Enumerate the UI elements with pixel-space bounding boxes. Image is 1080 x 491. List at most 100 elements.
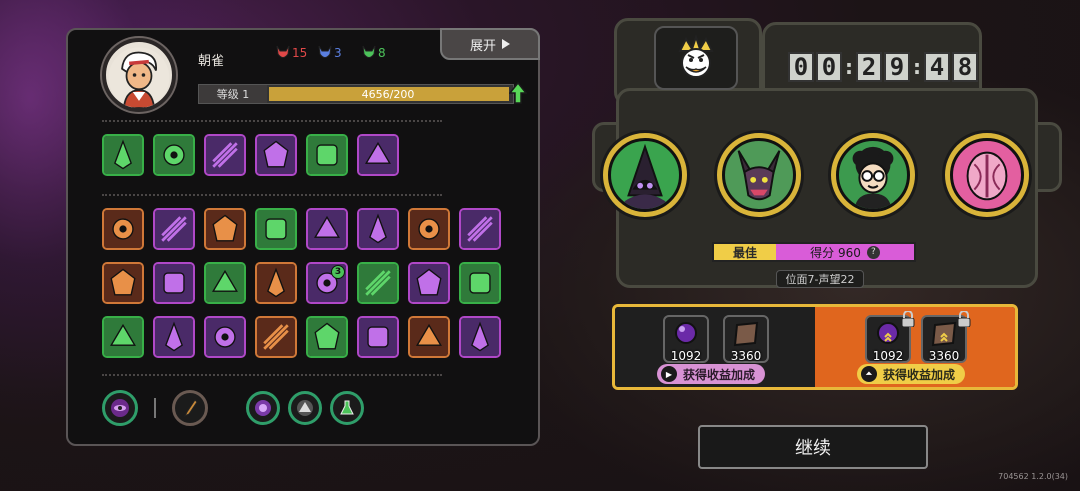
item-value: 1092 bbox=[670, 349, 702, 363]
best-score-bar: 最佳 得分 960 ? bbox=[712, 242, 916, 262]
equipment-row bbox=[102, 390, 364, 426]
stat-blue: 3 bbox=[318, 44, 342, 62]
best-score-text: 得分 960 bbox=[810, 245, 861, 260]
wooden-wall-icon[interactable] bbox=[204, 262, 246, 304]
timer-digit: 8 bbox=[952, 52, 978, 82]
timer-digit: 2 bbox=[856, 52, 882, 82]
purple-crow-icon[interactable] bbox=[408, 262, 450, 304]
item-value: 1092 bbox=[872, 349, 904, 363]
black-raven-icon[interactable] bbox=[102, 262, 144, 304]
purple-serpent-icon[interactable] bbox=[153, 208, 195, 250]
level-up-arrow-icon[interactable] bbox=[509, 81, 527, 105]
red-white-slash-icon[interactable] bbox=[102, 208, 144, 250]
play-icon: ▶ bbox=[661, 366, 677, 382]
boss-slot[interactable] bbox=[828, 130, 918, 220]
dark-orb-icon[interactable] bbox=[204, 134, 246, 176]
pink-bulb-boss-icon bbox=[950, 138, 1024, 212]
stat-green-value: 8 bbox=[378, 46, 386, 60]
reward-button-label: 获得收益加成 bbox=[683, 367, 756, 382]
purple-orb-item[interactable]: 1092 bbox=[865, 311, 915, 363]
stat-blue-value: 3 bbox=[334, 46, 342, 60]
green-swirl-icon[interactable] bbox=[102, 316, 144, 358]
skill-grid-row bbox=[102, 208, 501, 250]
gold-green-chevron-icon[interactable] bbox=[357, 262, 399, 304]
silver-triangle-icon[interactable] bbox=[288, 391, 322, 425]
realm-label: 位面7-声望22 bbox=[776, 270, 864, 288]
bronze-compass-icon[interactable] bbox=[204, 208, 246, 250]
watch-ad-bonus-button[interactable]: ▶ 获得收益加成 bbox=[657, 364, 766, 384]
divider bbox=[102, 374, 442, 376]
red-demon-icon bbox=[276, 45, 290, 58]
boss-slot[interactable] bbox=[714, 130, 804, 220]
blue-demon-icon bbox=[318, 45, 332, 58]
skill-grid-row bbox=[102, 316, 501, 358]
feather-dagger-icon[interactable] bbox=[172, 390, 208, 426]
red-guardian-icon[interactable] bbox=[408, 208, 450, 250]
play-arrow-icon bbox=[502, 39, 510, 49]
green-fronds-icon[interactable] bbox=[306, 134, 348, 176]
character-panel: 朝雀 15 3 8 展开 等级 1 4656/200 3 bbox=[66, 28, 540, 446]
skill-grid-row: 3 bbox=[102, 262, 501, 304]
twin-claws-icon[interactable] bbox=[255, 134, 297, 176]
pink-scroll-icon[interactable] bbox=[459, 316, 501, 358]
lock-icon bbox=[901, 311, 915, 327]
sunrise-icon[interactable] bbox=[255, 316, 297, 358]
rewards-bonus: 1092 3360 ⏶ 获得收益加成 bbox=[815, 307, 1015, 387]
purple-arrows-icon[interactable] bbox=[204, 316, 246, 358]
avatar[interactable] bbox=[102, 38, 176, 112]
boss-panel: 0 0 : 2 9 : 4 8 最佳 得分 960 ? 位面7-声望22 bbox=[592, 12, 1062, 292]
stat-red: 15 bbox=[276, 44, 307, 62]
countdown-timer: 0 0 : 2 9 : 4 8 bbox=[788, 52, 978, 82]
king-crown-icon bbox=[654, 26, 738, 90]
gold-arrows-icon[interactable] bbox=[255, 262, 297, 304]
pink-eye-icon[interactable] bbox=[357, 316, 399, 358]
player-name: 朝雀 bbox=[198, 54, 225, 69]
blue-portal-icon[interactable] bbox=[408, 316, 450, 358]
boss-slot[interactable] bbox=[942, 130, 1032, 220]
stone-tablet-icon[interactable] bbox=[357, 134, 399, 176]
x-mark-icon[interactable] bbox=[357, 208, 399, 250]
continue-button[interactable]: 继续 bbox=[698, 425, 928, 469]
expand-button[interactable]: 展开 bbox=[440, 28, 540, 60]
dark-hood-boss-icon bbox=[608, 138, 682, 212]
gold-arch-icon[interactable] bbox=[153, 262, 195, 304]
divider bbox=[102, 194, 442, 196]
double-chevron-icon: ⏶ bbox=[861, 366, 877, 382]
green-leaf-blade-icon[interactable] bbox=[102, 134, 144, 176]
bonus-reward-button[interactable]: ⏶ 获得收益加成 bbox=[857, 364, 966, 384]
reward-button-label: 获得收益加成 bbox=[883, 367, 956, 382]
level-badge: 3 bbox=[331, 265, 345, 279]
purple-eye-orb-icon[interactable] bbox=[102, 390, 138, 426]
help-icon[interactable]: ? bbox=[866, 245, 880, 259]
brown-book-item[interactable]: 3360 bbox=[723, 315, 769, 363]
stat-red-value: 15 bbox=[292, 46, 308, 60]
divider bbox=[102, 120, 442, 122]
lock-icon bbox=[957, 311, 971, 327]
ghost-spirit-icon[interactable] bbox=[306, 208, 348, 250]
purple-orb-item-icon bbox=[675, 322, 697, 344]
green-shield-icon[interactable] bbox=[255, 208, 297, 250]
purple-crystal-icon[interactable] bbox=[246, 391, 280, 425]
dark-statue-icon[interactable] bbox=[459, 208, 501, 250]
brown-book-item[interactable]: 3360 bbox=[921, 311, 971, 363]
green-demon-icon bbox=[362, 45, 376, 58]
thorny-orb-icon[interactable]: 3 bbox=[306, 262, 348, 304]
brown-book-item-icon bbox=[733, 321, 759, 347]
horned-demon-boss-icon bbox=[722, 138, 796, 212]
pink-star-icon[interactable] bbox=[153, 316, 195, 358]
best-label: 最佳 bbox=[714, 244, 776, 260]
purple-orb-item[interactable]: 1092 bbox=[663, 315, 709, 363]
level-label: 等级 1 bbox=[199, 85, 267, 103]
glasses-boy-boss-icon bbox=[836, 138, 910, 212]
timer-digit: 0 bbox=[816, 52, 842, 82]
best-score: 得分 960 ? bbox=[776, 244, 914, 260]
gold-gem-scroll-icon[interactable] bbox=[153, 134, 195, 176]
timer-digit: 0 bbox=[788, 52, 814, 82]
stat-green: 8 bbox=[362, 44, 386, 62]
purple-spike-icon[interactable] bbox=[459, 262, 501, 304]
red-arrow-icon[interactable] bbox=[306, 316, 348, 358]
boss-slot[interactable] bbox=[600, 130, 690, 220]
level-bar: 等级 1 4656/200 bbox=[198, 81, 527, 104]
rewards-panel: 1092 3360 ▶ 获得收益加成 1092 3360 ⏶ 获得收益加成 bbox=[612, 304, 1018, 390]
green-flask-icon[interactable] bbox=[330, 391, 364, 425]
